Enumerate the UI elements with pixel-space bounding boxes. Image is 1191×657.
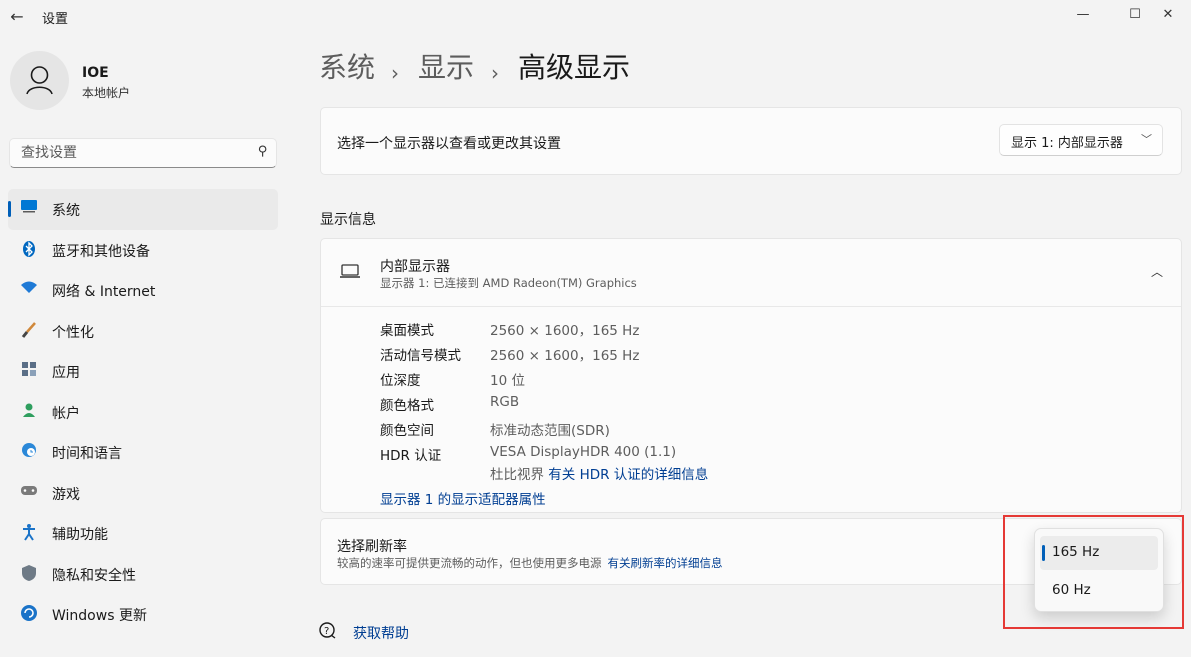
sidebar-item-label: 应用 xyxy=(52,365,80,381)
sidebar-item-personalization[interactable]: 个性化 xyxy=(8,311,278,352)
page-title: 高级显示 xyxy=(518,51,631,84)
info-label: 桌面模式 xyxy=(380,323,434,339)
display-dropdown[interactable]: 显示 1: 内部显示器 ﹀ xyxy=(999,124,1163,156)
search-icon[interactable]: ⚲ xyxy=(258,144,268,159)
account-icon xyxy=(20,402,38,420)
sidebar-item-time-language[interactable]: 时间和语言 xyxy=(8,432,278,473)
sidebar-item-bluetooth[interactable]: 蓝牙和其他设备 xyxy=(8,230,278,271)
info-value: VESA DisplayHDR 400 (1.1) xyxy=(490,444,677,460)
update-icon xyxy=(20,604,38,622)
sidebar-item-label: 辅助功能 xyxy=(52,527,108,543)
avatar[interactable] xyxy=(10,51,69,110)
info-value: 10 位 xyxy=(490,373,525,389)
sidebar-item-label: 游戏 xyxy=(52,486,80,503)
info-label: 颜色空间 xyxy=(380,423,434,439)
sidebar-item-label: 帐户 xyxy=(52,405,80,422)
display-info-header[interactable]: 内部显示器 显示器 1: 已连接到 AMD Radeon(TM) Graphic… xyxy=(321,239,1181,307)
sidebar-item-windows-update[interactable]: Windows 更新 xyxy=(8,594,278,635)
sidebar-item-label: 系统 xyxy=(52,203,80,219)
sidebar-item-gaming[interactable]: 游戏 xyxy=(8,473,278,514)
hdr-details-link[interactable]: 有关 HDR 认证的详细信息 xyxy=(548,467,708,483)
refresh-rate-description: 较高的速率可提供更流畅的动作，但也使用更多电源 有关刷新率的详细信息 xyxy=(337,555,723,571)
breadcrumb-separator-icon: › xyxy=(491,61,499,85)
shield-icon xyxy=(20,564,38,582)
globe-clock-icon xyxy=(20,442,38,460)
sidebar-item-label: 个性化 xyxy=(52,324,94,341)
search-input[interactable] xyxy=(19,144,243,162)
refresh-rate-title: 选择刷新率 xyxy=(337,539,407,555)
select-display-label: 选择一个显示器以查看或更改其设置 xyxy=(337,136,561,152)
refresh-rate-details-link[interactable]: 有关刷新率的详细信息 xyxy=(608,556,723,570)
info-value: 2560 × 1600，165 Hz xyxy=(490,348,640,364)
sidebar-item-system[interactable]: 系统 xyxy=(8,189,278,230)
display-info-card: 内部显示器 显示器 1: 已连接到 AMD Radeon(TM) Graphic… xyxy=(320,238,1182,513)
sidebar-item-label: 网络 & Internet xyxy=(52,284,156,300)
sidebar-item-accessibility[interactable]: 辅助功能 xyxy=(8,513,278,554)
sidebar-item-network[interactable]: 网络 & Internet xyxy=(8,270,278,311)
info-label: HDR 认证 xyxy=(380,448,442,464)
info-label: 位深度 xyxy=(380,373,421,389)
svg-text:?: ? xyxy=(324,626,329,637)
sidebar-nav: 系统 蓝牙和其他设备 网络 & Internet 个性化 应用 帐户 时间和语言… xyxy=(8,189,278,635)
breadcrumb-system[interactable]: 系统 xyxy=(319,50,375,86)
accessibility-icon xyxy=(20,523,38,541)
back-button[interactable]: ← xyxy=(6,6,28,28)
info-value: 标准动态范围(SDR) xyxy=(490,423,610,439)
display-dropdown-value: 显示 1: 内部显示器 xyxy=(1011,136,1123,151)
brush-icon xyxy=(20,321,38,339)
laptop-icon xyxy=(339,263,361,284)
info-label: 活动信号模式 xyxy=(380,348,461,364)
breadcrumb-separator-icon: › xyxy=(391,61,399,85)
info-value: 2560 × 1600，165 Hz xyxy=(490,323,640,339)
sidebar-item-label: 蓝牙和其他设备 xyxy=(52,243,150,260)
apps-icon xyxy=(20,361,38,379)
get-help-link[interactable]: 获取帮助 xyxy=(353,623,409,643)
highlight-box xyxy=(1003,515,1184,629)
adapter-properties-link[interactable]: 显示器 1 的显示适配器属性 xyxy=(380,488,546,508)
sidebar-item-privacy[interactable]: 隐私和安全性 xyxy=(8,554,278,595)
user-icon xyxy=(26,66,53,95)
info-label: 颜色格式 xyxy=(380,398,434,414)
sidebar-item-label: Windows 更新 xyxy=(52,608,147,624)
hdr-extra-prefix: 杜比视界 xyxy=(490,467,544,483)
display-subtitle: 显示器 1: 已连接到 AMD Radeon(TM) Graphics xyxy=(380,276,637,290)
display-name: 内部显示器 xyxy=(380,259,450,275)
chevron-up-icon[interactable]: ︿ xyxy=(1151,263,1163,280)
select-display-card: 选择一个显示器以查看或更改其设置 显示 1: 内部显示器 ﹀ xyxy=(320,107,1182,175)
sidebar-item-apps[interactable]: 应用 xyxy=(8,351,278,392)
breadcrumb-display[interactable]: 显示 xyxy=(418,50,474,86)
search-box[interactable]: ⚲ xyxy=(9,138,277,168)
section-title: 显示信息 xyxy=(320,212,376,228)
app-title: 设置 xyxy=(42,12,69,27)
info-value: RGB xyxy=(490,394,520,410)
user-name: IOE xyxy=(82,65,109,81)
help-icon: ? xyxy=(319,622,337,644)
chevron-down-icon: ﹀ xyxy=(1141,133,1152,146)
sidebar-item-label: 隐私和安全性 xyxy=(52,567,136,584)
sidebar-item-accounts[interactable]: 帐户 xyxy=(8,392,278,433)
hdr-extra: 杜比视界 有关 HDR 认证的详细信息 xyxy=(490,463,708,483)
system-icon xyxy=(20,199,38,217)
gamepad-icon xyxy=(20,483,38,501)
refresh-rate-desc-text: 较高的速率可提供更流畅的动作，但也使用更多电源 xyxy=(337,556,602,570)
sidebar-item-label: 时间和语言 xyxy=(52,446,122,462)
wifi-icon xyxy=(20,280,38,298)
bluetooth-icon xyxy=(20,240,38,258)
close-button[interactable]: ✕ xyxy=(1145,0,1191,30)
minimize-button[interactable]: — xyxy=(1060,0,1106,30)
account-type: 本地帐户 xyxy=(82,86,131,100)
